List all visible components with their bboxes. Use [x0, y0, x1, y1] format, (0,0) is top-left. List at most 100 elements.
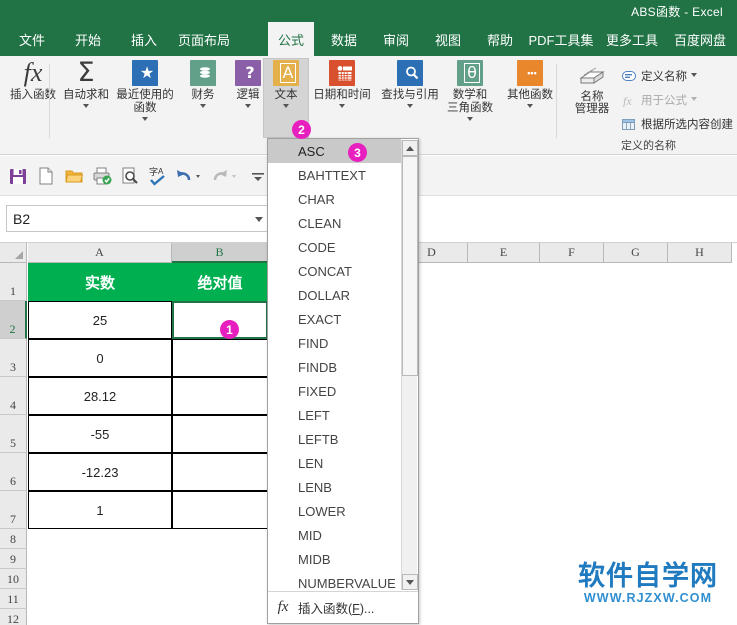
undo-icon[interactable] [176, 166, 206, 186]
column-header-B[interactable]: B [172, 243, 268, 263]
use-in-formula-item[interactable]: fx 用于公式 [622, 92, 697, 108]
chevron-down-icon[interactable] [691, 73, 697, 77]
text-button[interactable]: A 文本 [265, 60, 307, 108]
chevron-down-icon[interactable] [200, 104, 206, 108]
dropdown-item-code[interactable]: CODE [268, 235, 401, 259]
chevron-down-icon[interactable] [467, 117, 473, 121]
row-header-10[interactable]: 10 [0, 569, 27, 589]
math-trig-button[interactable]: θ 数学和 三角函数 [440, 60, 500, 121]
more-functions-button[interactable]: ••• 其他函数 [500, 60, 560, 108]
lookup-reference-button[interactable]: 查找与引用 [380, 60, 440, 108]
dropdown-item-leftb[interactable]: LEFTB [268, 427, 401, 451]
chevron-down-icon[interactable] [339, 104, 345, 108]
ribbon-tab-11[interactable]: 百度网盘 [668, 22, 732, 56]
cell-A5[interactable]: -55 [28, 415, 172, 453]
ribbon-tab-7[interactable]: 视图 [426, 22, 470, 56]
cell-A7[interactable]: 1 [28, 491, 172, 529]
dropdown-item-asc[interactable]: ASC [268, 139, 401, 163]
cell-A2[interactable]: 25 [28, 301, 172, 339]
column-header-F[interactable]: F [540, 243, 604, 263]
save-icon[interactable] [8, 166, 28, 186]
column-header-G[interactable]: G [604, 243, 668, 263]
cell-A3[interactable]: 0 [28, 339, 172, 377]
dropdown-item-left[interactable]: LEFT [268, 403, 401, 427]
ribbon-tab-10[interactable]: 更多工具 [600, 22, 664, 56]
dropdown-item-char[interactable]: CHAR [268, 187, 401, 211]
dropdown-item-exact[interactable]: EXACT [268, 307, 401, 331]
column-header-H[interactable]: H [668, 243, 732, 263]
ribbon-tab-5[interactable]: 数据 [322, 22, 366, 56]
cell-B1[interactable]: 绝对值 [172, 263, 268, 301]
dropdown-item-concat[interactable]: CONCAT [268, 259, 401, 283]
ribbon-tab-0[interactable]: 文件 [10, 22, 54, 56]
cell-B7[interactable] [172, 491, 268, 529]
dropdown-item-midb[interactable]: MIDB [268, 547, 401, 571]
cell-B4[interactable] [172, 377, 268, 415]
print-icon[interactable] [92, 166, 112, 186]
name-box[interactable]: B2 [6, 205, 271, 232]
ribbon-tab-9[interactable]: PDF工具集 [526, 22, 596, 56]
date-time-button[interactable]: 日期和时间 [312, 60, 372, 108]
dropdown-item-dollar[interactable]: DOLLAR [268, 283, 401, 307]
row-header-8[interactable]: 8 [0, 529, 27, 549]
chevron-down-icon[interactable] [407, 104, 413, 108]
cell-B5[interactable] [172, 415, 268, 453]
insert-function-button[interactable]: fx 插入函数 [3, 60, 63, 102]
dropdown-item-findb[interactable]: FINDB [268, 355, 401, 379]
row-header-5[interactable]: 5 [0, 415, 27, 453]
row-header-11[interactable]: 11 [0, 589, 27, 609]
scroll-up-button[interactable] [402, 140, 418, 156]
ribbon-tab-8[interactable]: 帮助 [478, 22, 522, 56]
scrollbar-thumb[interactable] [402, 156, 418, 376]
dropdown-item-clean[interactable]: CLEAN [268, 211, 401, 235]
insert-function-menu-item[interactable]: fx 插入函数(F)... [268, 591, 418, 623]
ribbon-tab-2[interactable]: 插入 [122, 22, 166, 56]
redo-icon[interactable] [212, 166, 242, 186]
chevron-down-icon[interactable] [83, 104, 89, 108]
autosum-button[interactable]: Σ 自动求和 [56, 59, 116, 108]
cell-A4[interactable]: 28.12 [28, 377, 172, 415]
cell-B3[interactable] [172, 339, 268, 377]
row-header-12[interactable]: 12 [0, 609, 27, 625]
ribbon-tab-1[interactable]: 开始 [66, 22, 110, 56]
row-header-3[interactable]: 3 [0, 339, 27, 377]
print-preview-icon[interactable] [120, 166, 140, 186]
chevron-down-icon[interactable] [245, 104, 251, 108]
row-header-4[interactable]: 4 [0, 377, 27, 415]
row-header-7[interactable]: 7 [0, 491, 27, 529]
cell-A1[interactable]: 实数 [28, 263, 172, 301]
row-header-1[interactable]: 1 [0, 263, 27, 301]
ribbon-tab-6[interactable]: 审阅 [374, 22, 418, 56]
ribbon-tab-4[interactable]: 公式 [268, 22, 314, 56]
customize-qat-icon[interactable] [248, 166, 268, 186]
dropdown-item-fixed[interactable]: FIXED [268, 379, 401, 403]
dropdown-item-bahttext[interactable]: BAHTTEXT [268, 163, 401, 187]
row-header-6[interactable]: 6 [0, 453, 27, 491]
dropdown-item-len[interactable]: LEN [268, 451, 401, 475]
name-manager-button[interactable]: 名称 管理器 [566, 64, 618, 115]
new-file-icon[interactable] [36, 166, 56, 186]
row-header-9[interactable]: 9 [0, 549, 27, 569]
spellcheck-icon[interactable]: 字 A [148, 166, 168, 186]
column-header-A[interactable]: A [28, 243, 172, 263]
dropdown-item-lenb[interactable]: LENB [268, 475, 401, 499]
dropdown-item-numbervalue[interactable]: NUMBERVALUE [268, 571, 401, 591]
chevron-down-icon[interactable] [283, 104, 289, 108]
cell-B6[interactable] [172, 453, 268, 491]
dropdown-scrollbar[interactable] [401, 140, 418, 590]
dropdown-item-find[interactable]: FIND [268, 331, 401, 355]
ribbon-tab-3[interactable]: 页面布局 [170, 22, 238, 56]
chevron-down-icon[interactable] [691, 97, 697, 101]
row-header-2[interactable]: 2 [0, 301, 27, 339]
create-from-selection-item[interactable]: 根据所选内容创建 [622, 116, 733, 132]
select-all-corner[interactable] [0, 243, 27, 263]
recently-used-button[interactable]: ★ 最近使用的 函数 [115, 60, 175, 121]
open-folder-icon[interactable] [64, 166, 84, 186]
column-header-E[interactable]: E [468, 243, 540, 263]
dropdown-item-lower[interactable]: LOWER [268, 499, 401, 523]
scroll-down-button[interactable] [402, 574, 418, 590]
dropdown-item-mid[interactable]: MID [268, 523, 401, 547]
define-name-item[interactable]: 定义名称 [622, 68, 697, 84]
chevron-down-icon[interactable] [527, 104, 533, 108]
chevron-down-icon[interactable] [142, 117, 148, 121]
